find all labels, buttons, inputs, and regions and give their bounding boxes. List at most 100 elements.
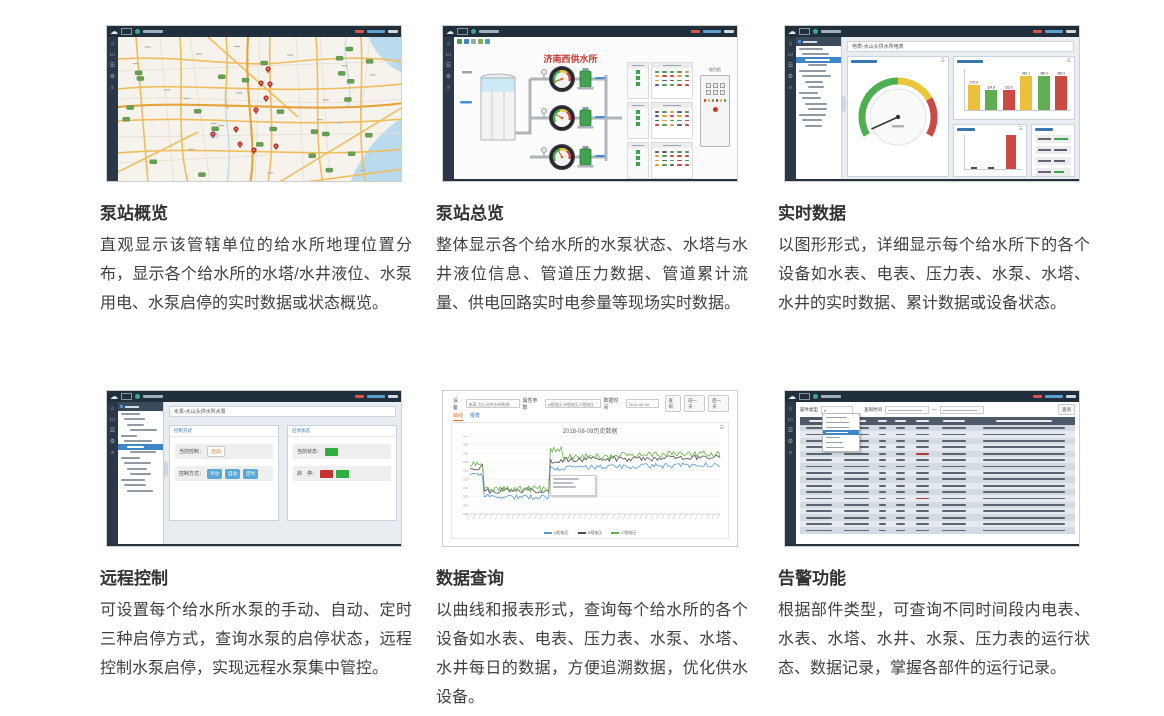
tab-report: 报表 (470, 412, 480, 421)
cabinet-switches (701, 83, 729, 95)
cell (973, 530, 1075, 532)
menu-toggle-icon (121, 393, 132, 400)
pump-status-panel (627, 62, 693, 99)
power-gauge (848, 65, 948, 169)
cell (935, 530, 974, 532)
stop-button (320, 470, 333, 478)
cell (839, 472, 875, 474)
cell (973, 510, 1075, 512)
bar (971, 167, 977, 169)
type-label: 部件类型 (800, 407, 818, 413)
param-value (670, 155, 674, 157)
cell (839, 517, 875, 519)
cell (874, 446, 891, 448)
cell (874, 459, 891, 461)
panel-title-text (957, 60, 983, 63)
cell (973, 434, 1075, 436)
svg-text:200: 200 (463, 503, 468, 507)
param-value (662, 160, 666, 162)
cell (891, 485, 910, 487)
run-state-light (636, 156, 640, 160)
svg-text:235: 235 (463, 443, 468, 447)
cell (935, 485, 974, 487)
param-value (655, 75, 659, 77)
cell (973, 517, 1075, 519)
cloud-logo-icon: ☁ (788, 393, 796, 401)
alarm-page: 部件类型 ▾ 查询时间 — 查询 (796, 402, 1079, 546)
cell (800, 478, 839, 480)
param-value (670, 160, 674, 162)
cell (839, 530, 875, 532)
current-user-text (367, 395, 385, 398)
cell (891, 517, 910, 519)
card-description: 直观显示该管辖单位的给水所地理位置分布，显示各个给水所的水塔/水井液位、水泵用电… (100, 231, 412, 318)
card-description: 可设置每个给水所水泵的手动、自动、定时三种启停方式，查询水泵的启停状态，远程控制… (100, 596, 412, 683)
history-chart-panel: 2018-08-09历史数据 ☰ 19520020521021522022523… (451, 422, 729, 539)
param-value (662, 115, 666, 117)
param-value (662, 80, 666, 82)
param-value (662, 120, 666, 122)
cell (839, 485, 875, 487)
run-state-light (636, 116, 640, 120)
scada-page: 济南西供水所 (454, 37, 737, 181)
app-topbar: ☁ (443, 26, 737, 37)
brand-text (143, 395, 163, 398)
electric-params-box (651, 102, 693, 139)
brand-logo-icon (813, 29, 818, 34)
bar: 382.9 (1055, 71, 1067, 111)
param-value-grid (652, 68, 692, 86)
current-user-text (703, 30, 721, 33)
param-value (677, 71, 681, 73)
brand-logo-icon (135, 394, 140, 399)
thumbnail-control-screenshot: ☁ ⌂ ▭ ☰ ⚙ ⌕ 水泵-大山头供水所水泵 控制方式 当前控制： 自动 (106, 390, 402, 547)
cell (891, 530, 910, 532)
param-value (685, 75, 689, 77)
bar: 380.2 (1038, 71, 1050, 110)
cell (935, 453, 974, 455)
param-value (670, 84, 674, 86)
cell (839, 466, 875, 468)
bar-value-label: 381.1 (1022, 71, 1030, 75)
svg-text:210: 210 (463, 486, 468, 490)
time-label: 数据时间 (604, 397, 623, 411)
cell (935, 478, 974, 480)
brand-logo-icon (471, 29, 476, 34)
run-state-light (636, 76, 640, 80)
param-value (655, 120, 659, 122)
cell (891, 523, 910, 525)
dropdown-option (823, 445, 859, 450)
cell (910, 485, 935, 487)
bar-value-label: 224.8 (987, 85, 995, 89)
cabinet-indicator-lights (701, 99, 729, 102)
cell (935, 472, 974, 474)
map-canvas (118, 37, 402, 182)
bar-value-label: 276.4 (970, 81, 978, 85)
cell (973, 523, 1075, 525)
card-title: 数据查询 (436, 564, 748, 589)
app-side-nav: ⌂ ▭ ☰ ⚙ ⌕ (443, 37, 454, 181)
cell (973, 459, 1075, 461)
cell (935, 434, 974, 436)
thumbnail-dashboard-screenshot: ☁ ⌂ ▭ ☰ ⚙ ⌕ 电表-大山头供水所电表 ☰ (784, 25, 1080, 182)
date-input: 2018-08-09 (626, 399, 659, 408)
alarm-count-badge (1033, 30, 1042, 33)
cell (910, 427, 935, 429)
cell (891, 446, 910, 448)
bar: 224.8 (985, 85, 997, 110)
cell (874, 498, 891, 500)
meter-data-rows (1035, 135, 1071, 179)
time-separator: — (932, 407, 937, 412)
cell (935, 459, 974, 461)
cell (910, 491, 935, 493)
card-description: 以图形形式，详细显示每个给水所下的各个设备如水表、电表、压力表、水泵、水塔、水井… (778, 231, 1090, 318)
meter-data-row (1035, 135, 1071, 143)
start-stop-row: 启 停： (293, 466, 391, 481)
search-icon: ⌕ (789, 85, 792, 91)
control-mode-label: 控制方式： (179, 470, 204, 477)
cell (910, 498, 935, 500)
pressure-gauges (550, 67, 575, 170)
current-user-text (1045, 30, 1063, 33)
cell (891, 434, 910, 436)
bar-chart-panel: ☰ 276.4224.8222.0381.1380.2382.9 (953, 56, 1075, 120)
param-value (677, 155, 681, 157)
